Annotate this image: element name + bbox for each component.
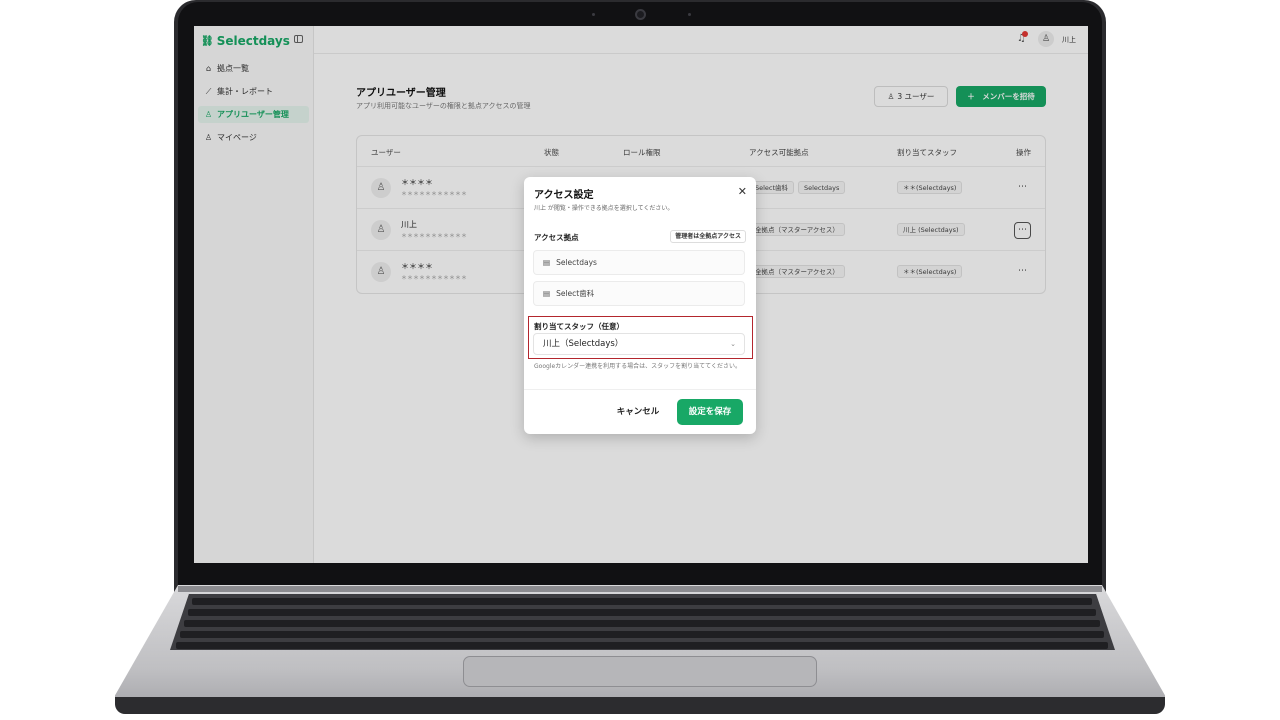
laptop-mockup: ⛓ Selectdays ⌂ 拠点一覧 ⟋ 集計・レポート ♙ アプリユーザー管… (0, 0, 1280, 720)
app-window: ⛓ Selectdays ⌂ 拠点一覧 ⟋ 集計・レポート ♙ アプリユーザー管… (194, 26, 1088, 563)
staff-field-label: 割り当てスタッフ（任意） (534, 322, 624, 331)
laptop-base-edge (115, 697, 1165, 714)
webcam (635, 9, 646, 20)
staff-select[interactable]: 川上（Selectdays） ⌄ (533, 333, 745, 355)
key-row (184, 620, 1100, 627)
laptop-hinge (178, 586, 1102, 592)
key-row (180, 631, 1104, 638)
key-row (192, 598, 1092, 605)
access-locations-label: アクセス拠点 (534, 233, 579, 242)
key-row (176, 642, 1108, 649)
trackpad (463, 656, 817, 687)
save-settings-button[interactable]: 設定を保存 (677, 399, 743, 425)
location-option-select-dental[interactable]: ▤ Select歯科 (533, 281, 745, 306)
location-label: Select歯科 (556, 289, 595, 298)
staff-field-hint: Googleカレンダー連携を利用する場合は、スタッフを割り当ててください。 (534, 363, 741, 370)
location-option-selectdays[interactable]: ▤ Selectdays (533, 250, 745, 275)
access-settings-dialog: アクセス設定 ✕ 川上 が閲覧・操作できる拠点を選択してください。 アクセス拠点… (524, 177, 756, 434)
location-label: Selectdays (556, 258, 597, 267)
dialog-title: アクセス設定 (534, 190, 594, 201)
close-icon[interactable]: ✕ (738, 185, 747, 198)
key-row (188, 609, 1096, 616)
dialog-description: 川上 が閲覧・操作できる拠点を選択してください。 (534, 205, 674, 212)
cancel-button[interactable]: キャンセル (612, 400, 664, 424)
sensor-dot (688, 13, 691, 16)
staff-select-value: 川上（Selectdays） (543, 339, 624, 349)
dialog-divider (524, 389, 756, 390)
admin-all-access-badge: 管理者は全拠点アクセス (670, 230, 746, 243)
building-icon: ▤ (543, 289, 551, 298)
chevron-down-icon: ⌄ (730, 340, 736, 348)
keyboard (170, 594, 1115, 650)
screen: ⛓ Selectdays ⌂ 拠点一覧 ⟋ 集計・レポート ♙ アプリユーザー管… (194, 26, 1088, 563)
sensor-dot (592, 13, 595, 16)
building-icon: ▤ (543, 258, 551, 267)
